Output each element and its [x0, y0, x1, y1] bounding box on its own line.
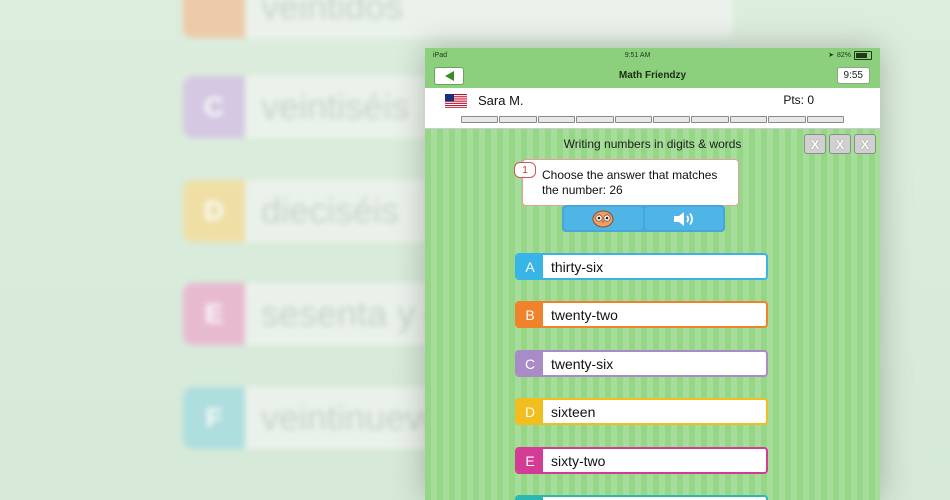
bg-answer-letter: E — [183, 283, 245, 345]
player-bar: Sara M. Pts: 0 — [425, 88, 880, 129]
question-tools — [562, 205, 725, 232]
nav-bar: Math Friendzy 9:55 — [425, 62, 880, 88]
status-right: ➤ 82% — [828, 50, 872, 60]
device-label: iPad — [433, 51, 448, 59]
bg-answer-text: veintinueve — [261, 397, 444, 438]
answer-option-a[interactable]: A thirty-six — [515, 253, 768, 280]
progress-segment — [537, 116, 576, 123]
back-button[interactable] — [434, 67, 464, 85]
bg-answer-letter: C — [183, 76, 245, 138]
progress-bar — [461, 116, 845, 123]
bg-answer-text: veintidós — [261, 0, 404, 27]
points-display: Pts: 0 — [783, 93, 814, 107]
location-icon: ➤ — [828, 52, 834, 59]
status-bar: iPad 9:51 AM ➤ 82% — [425, 48, 880, 62]
progress-segment — [806, 116, 845, 123]
answer-option-e[interactable]: E sixty-two — [515, 447, 768, 474]
answer-letter: C — [517, 352, 543, 375]
ipad-screen: iPad 9:51 AM ➤ 82% Math Friendzy 9:55 Sa… — [425, 48, 880, 500]
question-number: 1 — [514, 162, 536, 178]
bg-answer-letter — [183, 0, 245, 38]
us-flag-icon — [445, 94, 467, 108]
question-text: Choose the answer that matches the numbe… — [542, 168, 718, 197]
battery-icon — [854, 50, 872, 60]
strike-mark: X — [804, 134, 826, 154]
bg-answer-row: veintidós — [183, 0, 733, 38]
answer-option-partial[interactable] — [515, 495, 768, 500]
bg-answer-letter: D — [183, 180, 245, 242]
app-title: Math Friendzy — [618, 69, 687, 81]
owl-icon — [592, 210, 614, 227]
answer-option-c[interactable]: C twenty-six — [515, 350, 768, 377]
answer-text: twenty-six — [551, 355, 614, 372]
strikes: X X X — [804, 134, 876, 154]
question-card: 1 Choose the answer that matches the num… — [514, 159, 739, 206]
battery-percent: 82% — [836, 51, 851, 59]
answer-letter: B — [517, 303, 543, 326]
progress-segment — [461, 116, 499, 123]
bg-answer-text: veintiséis — [261, 86, 410, 127]
answer-text: thirty-six — [551, 258, 604, 275]
progress-segment — [653, 116, 691, 123]
progress-segment — [499, 116, 537, 123]
clock: 9:51 AM — [624, 51, 651, 59]
progress-segment — [691, 116, 729, 123]
audio-button[interactable] — [644, 207, 723, 230]
bg-answer-letter: F — [183, 387, 245, 449]
progress-segment — [576, 116, 614, 123]
answer-text: sixty-two — [551, 452, 606, 469]
hint-button[interactable] — [564, 207, 643, 230]
strike-mark: X — [829, 134, 851, 154]
answer-text: twenty-two — [551, 306, 618, 323]
back-arrow-icon — [444, 71, 454, 81]
strike-mark: X — [854, 134, 876, 154]
progress-segment — [768, 116, 806, 123]
answer-letter: A — [517, 255, 543, 278]
progress-segment — [614, 116, 653, 123]
answer-text: sixteen — [551, 403, 596, 420]
bg-answer-text: dieciséis — [261, 190, 400, 231]
answer-letter: E — [517, 449, 543, 472]
answer-option-b[interactable]: B twenty-two — [515, 301, 768, 328]
speaker-icon — [673, 211, 693, 226]
quiz-area: Writing numbers in digits & words X X X … — [425, 129, 880, 500]
player-name: Sara M. — [478, 93, 524, 108]
answer-letter: D — [517, 400, 543, 423]
answer-option-d[interactable]: D sixteen — [515, 398, 768, 425]
timer: 9:55 — [836, 67, 870, 84]
progress-segment — [729, 116, 768, 123]
